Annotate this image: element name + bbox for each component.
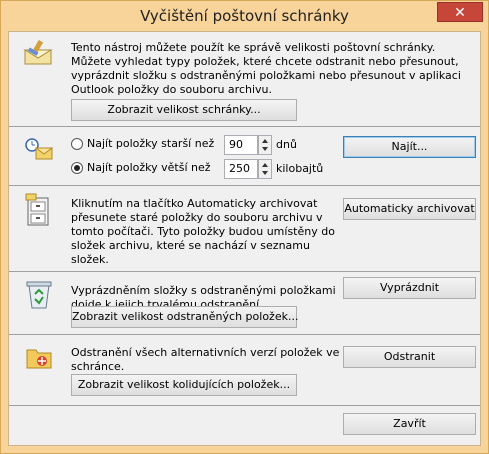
archive-text-line4: složek archivu, které se nachází v sezna… <box>71 239 310 252</box>
window-title: Vyčištění poštovní schránky <box>140 7 349 25</box>
intro-text-line3: vyprázdnit složku s odstraněnými položka… <box>71 69 461 82</box>
archive-text-line2: přesunete staré položky do souboru archi… <box>71 211 323 224</box>
delete-conflicts-button[interactable]: Odstranit <box>343 346 476 368</box>
autoarchive-button[interactable]: Automaticky archivovat <box>343 198 476 220</box>
close-button[interactable]: Zavřít <box>343 413 476 435</box>
intro-text-line2: Můžete vyhledat typy položek, které chce… <box>71 55 459 68</box>
larger-than-radio[interactable] <box>71 162 83 174</box>
section-divider <box>9 271 480 272</box>
close-window-button[interactable]: ✕ <box>437 2 483 22</box>
larger-than-label[interactable]: Najít položky větší než <box>87 161 211 175</box>
conflicts-text-line1: Odstranění všech alternativních verzí po… <box>71 346 340 359</box>
older-than-spinner[interactable] <box>258 135 272 155</box>
older-than-days-input[interactable]: 90 <box>224 135 258 155</box>
find-items-icon <box>25 138 55 162</box>
larger-than-spinner[interactable] <box>258 159 272 179</box>
older-than-radio[interactable] <box>71 138 83 150</box>
empty-deleted-items-button[interactable]: Vyprázdnit <box>343 277 476 299</box>
dialog-window: Vyčištění poštovní schránky ✕ Tento nást… <box>0 0 489 454</box>
view-deleted-items-size-button[interactable]: Zobrazit velikost odstraněných položek..… <box>71 306 298 328</box>
spin-up-icon[interactable] <box>262 163 268 167</box>
recycle-bin-icon <box>25 280 53 310</box>
archive-cabinet-icon <box>25 193 53 227</box>
title-bar[interactable]: Vyčištění poštovní schránky ✕ <box>1 1 488 33</box>
section-divider <box>9 185 480 186</box>
section-divider <box>9 334 480 335</box>
days-unit-label: dnů <box>276 138 297 151</box>
dialog-client-area: Tento nástroj můžete použít ke správě ve… <box>8 31 481 446</box>
mailbox-cleanup-icon <box>23 38 57 68</box>
deleted-text-line1: Vyprázdněním složky s odstraněnými polož… <box>71 284 336 297</box>
older-than-label[interactable]: Najít položky starší než <box>87 137 214 151</box>
view-conflicts-size-button[interactable]: Zobrazit velikost kolidujících položek..… <box>71 374 297 396</box>
kilobytes-unit-label: kilobajtů <box>276 162 324 175</box>
larger-than-kb-input[interactable]: 250 <box>224 159 258 179</box>
intro-text-line1: Tento nástroj můžete použít ke správě ve… <box>71 41 436 54</box>
spin-down-icon[interactable] <box>262 171 268 175</box>
intro-text-line4: Outlook položky do souboru archivu. <box>71 83 273 96</box>
spin-down-icon[interactable] <box>262 147 268 151</box>
section-divider <box>9 405 480 406</box>
archive-text-line3: tomto počítači. Tyto položky budou umíst… <box>71 225 335 238</box>
conflicts-folder-icon <box>25 344 55 370</box>
spin-up-icon[interactable] <box>262 139 268 143</box>
find-button[interactable]: Najít... <box>343 136 476 158</box>
view-mailbox-size-button[interactable]: Zobrazit velikost schránky... <box>71 99 297 121</box>
archive-text-line1: Kliknutím na tlačítko Automaticky archiv… <box>71 197 318 210</box>
conflicts-text-line2: schránce. <box>71 360 125 373</box>
archive-text-line5: složek. <box>71 253 109 266</box>
section-divider <box>9 126 480 127</box>
